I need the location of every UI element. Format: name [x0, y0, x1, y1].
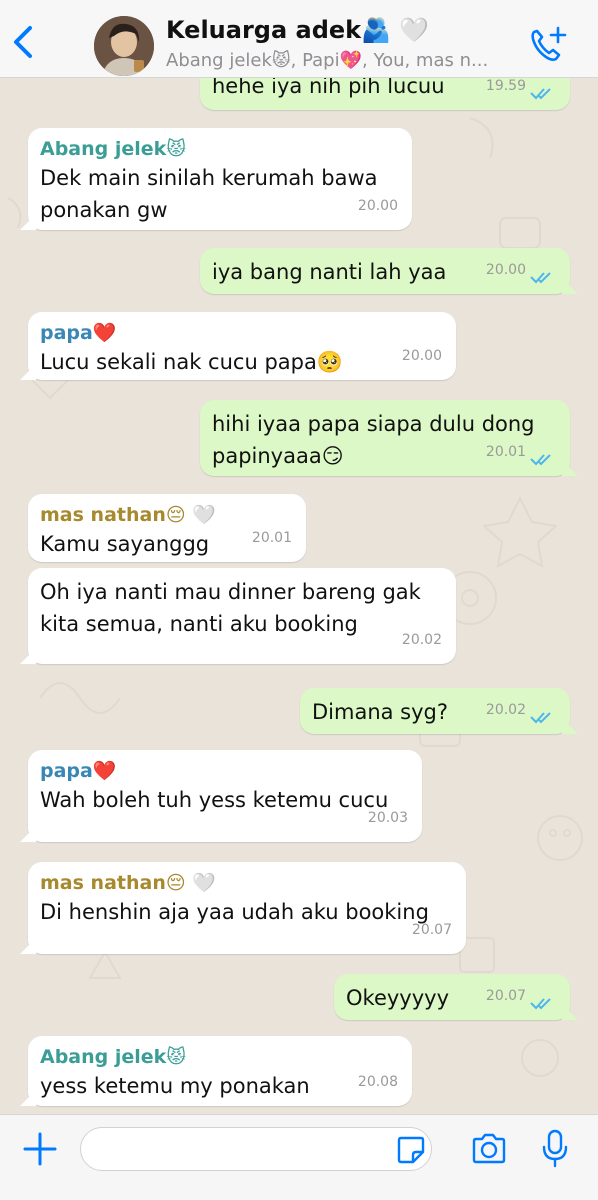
message-bubble-incoming[interactable]: Abang jelek😾 Dek main sinilah kerumah ba…	[20, 128, 412, 230]
add-call-icon	[531, 26, 567, 61]
message-text: yess ketemu my ponakan	[40, 1074, 310, 1098]
message-bubble-incoming[interactable]: mas nathan😔 🤍 Kamu sayanggg 20.01	[28, 494, 306, 562]
message-input-bar	[0, 1114, 598, 1200]
message-time: 20.00	[357, 198, 398, 214]
voice-message-button[interactable]	[540, 1129, 570, 1169]
sender-name[interactable]: Abang jelek😾	[40, 1044, 400, 1070]
message-bubble-outgoing[interactable]: Dimana syg? 20.02	[300, 688, 578, 734]
message-text: Di henshin aja yaa udah aku booking	[40, 900, 429, 924]
sticker-button[interactable]	[396, 1135, 426, 1165]
message-text: Oh iya nanti mau dinner bareng gak kita …	[40, 580, 421, 636]
chat-header: Keluarga adek🫂 🤍 Abang jelek😾, Papi💖, Yo…	[0, 0, 598, 78]
message-bubble-incoming[interactable]: Oh iya nanti mau dinner bareng gak kita …	[20, 568, 456, 664]
microphone-icon	[542, 1129, 568, 1168]
message-text: Dek main sinilah kerumah bawa ponakan gw	[40, 166, 378, 222]
message-time: 20.02	[485, 702, 526, 718]
chat-participants[interactable]: Abang jelek😾, Papi💖, You, mas n...	[166, 50, 516, 71]
message-time: 20.01	[485, 444, 526, 460]
message-time: 20.03	[367, 810, 408, 826]
sender-name[interactable]: Abang jelek😾	[40, 136, 400, 162]
message-bubble-outgoing[interactable]: hehe iya nih pih lucuu 19.59	[200, 78, 570, 110]
message-bubble-outgoing[interactable]: Okeyyyyy 20.07	[334, 974, 578, 1020]
add-call-button[interactable]	[526, 24, 570, 64]
back-button[interactable]	[10, 24, 40, 60]
double-check-icon	[530, 88, 551, 100]
sender-name[interactable]: papa❤️	[40, 320, 444, 346]
chevron-left-icon	[14, 26, 32, 58]
sender-name[interactable]: papa❤️	[40, 758, 410, 784]
message-bubble-incoming[interactable]: papa❤️ Lucu sekali nak cucu papa🥺 20.00	[20, 312, 456, 380]
message-bubble-outgoing[interactable]: hihi iyaa papa siapa dulu dong papinyaaa…	[200, 400, 578, 476]
message-time: 20.07	[411, 922, 452, 938]
message-input[interactable]	[80, 1127, 432, 1171]
sender-name[interactable]: mas nathan😔 🤍	[40, 870, 454, 896]
message-time: 20.00	[401, 348, 442, 364]
message-time: 20.07	[485, 988, 526, 1004]
camera-button[interactable]	[470, 1131, 508, 1167]
double-check-icon	[530, 454, 551, 466]
plus-icon	[23, 1132, 57, 1166]
message-bubble-incoming[interactable]: Abang jelek😾 yess ketemu my ponakan 20.0…	[20, 1036, 412, 1106]
camera-icon	[472, 1133, 506, 1164]
message-text: Okeyyyyy	[346, 986, 450, 1010]
message-text: Lucu sekali nak cucu papa🥺	[40, 350, 343, 374]
sticker-icon	[397, 1136, 425, 1164]
attach-button[interactable]	[22, 1131, 58, 1167]
avatar-image	[94, 16, 154, 76]
message-bubble-incoming[interactable]: papa❤️ Wah boleh tuh yess ketemu cucu 20…	[20, 750, 422, 842]
message-time: 20.00	[485, 262, 526, 278]
message-bubble-incoming[interactable]: mas nathan😔 🤍 Di henshin aja yaa udah ak…	[20, 862, 466, 954]
message-text: Wah boleh tuh yess ketemu cucu	[40, 788, 389, 812]
group-avatar[interactable]	[94, 16, 154, 76]
double-check-icon	[530, 272, 551, 284]
double-check-icon	[530, 998, 551, 1010]
chat-background: hehe iya nih pih lucuu 19.59 Abang jelek…	[0, 78, 598, 1114]
message-bubble-outgoing[interactable]: iya bang nanti lah yaa 20.00	[200, 248, 578, 294]
message-time: 20.08	[357, 1074, 398, 1090]
chat-title[interactable]: Keluarga adek🫂 🤍	[166, 16, 429, 44]
message-time: 20.02	[401, 632, 442, 648]
message-time: 19.59	[485, 78, 526, 94]
message-time: 20.01	[251, 530, 292, 546]
double-check-icon	[530, 712, 551, 724]
